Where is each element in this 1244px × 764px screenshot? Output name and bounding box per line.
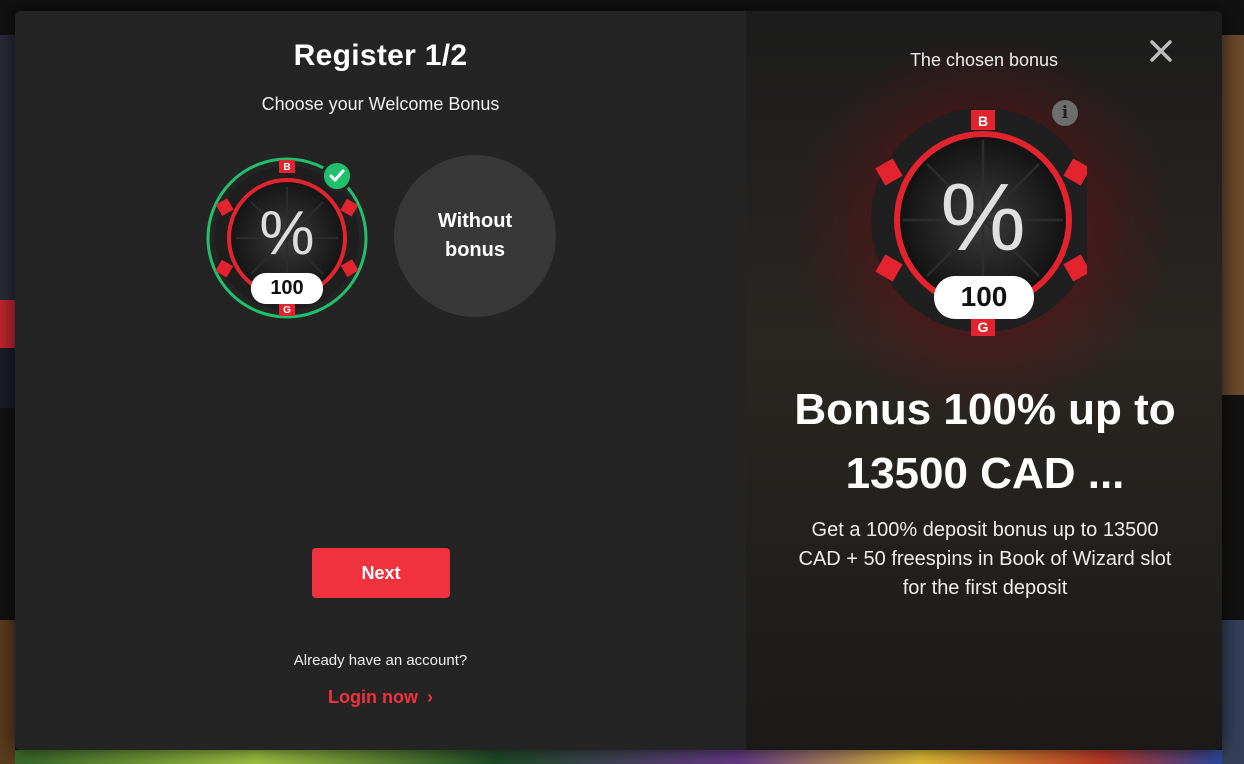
chevron-right-icon: › — [427, 687, 433, 707]
svg-text:B: B — [283, 162, 290, 173]
svg-text:G: G — [978, 319, 989, 335]
chip-value-label: 100 — [270, 277, 304, 299]
already-account-text: Already have an account? — [293, 652, 468, 669]
page-title: Register 1/2 — [293, 39, 468, 72]
svg-text:%: % — [259, 199, 314, 268]
chosen-bonus-chip: B G % 100 — [857, 100, 1095, 338]
svg-text:%: % — [940, 164, 1025, 271]
without-bonus-label: Without bonus — [437, 210, 513, 261]
svg-text:G: G — [283, 305, 291, 316]
svg-text:B: B — [978, 113, 988, 129]
background-right-thumb — [1222, 620, 1244, 764]
check-icon — [321, 160, 353, 192]
bonus-headline: Bonus 100% up to 13500 CAD ... — [794, 385, 1176, 498]
background-left-thumb — [0, 620, 15, 764]
background-left-button — [0, 300, 15, 348]
login-now-link[interactable]: Login now › — [15, 687, 746, 708]
chip-value-label: 100 — [960, 281, 1008, 312]
background-left-banner — [0, 35, 15, 300]
bonus-description: Get a 100% deposit bonus up to 13500 CAD… — [798, 519, 1172, 599]
next-button[interactable]: Next — [312, 548, 450, 598]
background-right-banner — [1222, 35, 1244, 395]
login-now-label: Login now — [328, 687, 418, 707]
background-left-panel — [0, 348, 15, 408]
close-icon[interactable] — [1146, 36, 1176, 66]
page-subtitle: Choose your Welcome Bonus — [261, 94, 500, 114]
without-bonus-option[interactable]: Without bonus — [394, 155, 556, 317]
register-panel: Register 1/2 Choose your Welcome Bonus B… — [15, 11, 746, 750]
background-game-thumbnails — [15, 750, 1222, 764]
